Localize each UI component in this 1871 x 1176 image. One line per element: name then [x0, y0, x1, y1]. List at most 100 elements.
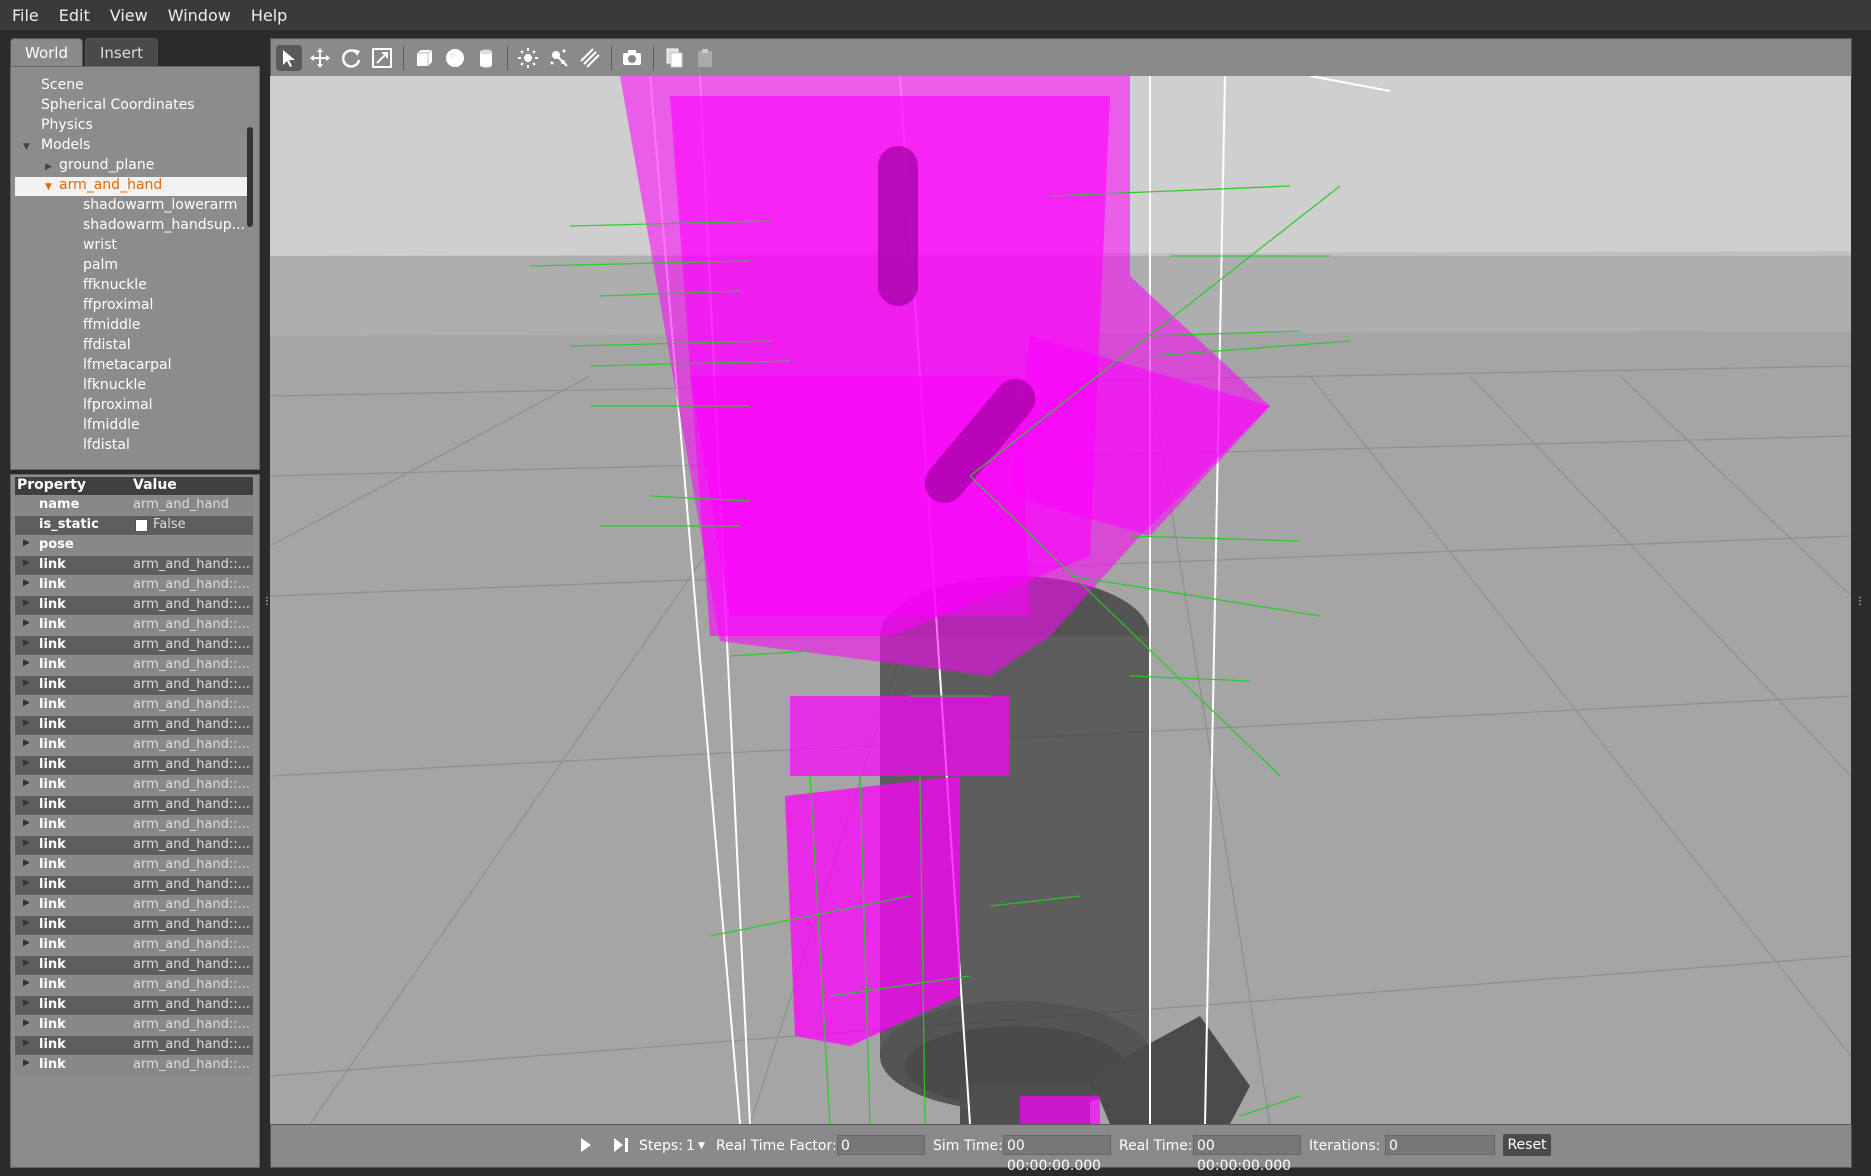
expand-arrow-icon[interactable]: ▶ [23, 538, 30, 548]
tree-item-link[interactable]: ffmiddle [83, 317, 140, 336]
right-splitter-handle[interactable]: ⋮ [1855, 596, 1865, 607]
tab-insert[interactable]: Insert [85, 38, 159, 67]
menu-help[interactable]: Help [251, 6, 287, 25]
expand-arrow-icon[interactable]: ▶ [23, 758, 30, 768]
menu-window[interactable]: Window [168, 6, 231, 25]
tab-world[interactable]: World [10, 38, 83, 67]
scene-viewport[interactable] [270, 76, 1851, 1124]
tree-item-models[interactable]: ▼ Models [23, 137, 90, 156]
property-row-link[interactable]: ▶ link arm_and_hand::... [15, 816, 253, 835]
property-row-link[interactable]: ▶ link arm_and_hand::... [15, 616, 253, 635]
expand-arrow-icon[interactable]: ▶ [23, 998, 30, 1008]
property-row-link[interactable]: ▶ link arm_and_hand::... [15, 856, 253, 875]
play-icon[interactable] [579, 1137, 593, 1157]
expand-arrow-icon[interactable]: ▶ [23, 938, 30, 948]
screenshot-icon[interactable] [619, 45, 645, 71]
expand-arrow-icon[interactable]: ▶ [23, 598, 30, 608]
tree-item-link[interactable]: shadowarm_lowerarm [83, 197, 237, 216]
directional-light-icon[interactable] [577, 45, 603, 71]
expand-arrow-icon[interactable]: ▶ [23, 718, 30, 728]
spot-light-icon[interactable] [546, 45, 572, 71]
sphere-icon[interactable] [442, 45, 468, 71]
expand-arrow-icon[interactable]: ▶ [23, 838, 30, 848]
property-row-link[interactable]: ▶ link arm_and_hand::... [15, 576, 253, 595]
expand-arrow-icon[interactable]: ▼ [45, 182, 55, 192]
left-splitter-handle[interactable]: ⋮ [262, 596, 272, 607]
step-icon[interactable] [613, 1137, 629, 1157]
expand-arrow-icon[interactable]: ▼ [23, 142, 33, 152]
copy-icon[interactable] [661, 45, 687, 71]
property-row-link[interactable]: ▶ link arm_and_hand::... [15, 876, 253, 895]
property-row-link[interactable]: ▶ link arm_and_hand::... [15, 556, 253, 575]
tree-scrollbar[interactable] [247, 127, 253, 227]
tree-item-link[interactable]: palm [83, 257, 118, 276]
property-row-link[interactable]: ▶ link arm_and_hand::... [15, 916, 253, 935]
expand-arrow-icon[interactable]: ▶ [23, 618, 30, 628]
tree-item-link[interactable]: lfknuckle [83, 377, 146, 396]
property-row-link[interactable]: ▶ link arm_and_hand::... [15, 796, 253, 815]
expand-arrow-icon[interactable]: ▶ [23, 1018, 30, 1028]
tree-item-link[interactable]: shadowarm_handsup... [83, 217, 245, 236]
expand-arrow-icon[interactable]: ▶ [23, 778, 30, 788]
expand-arrow-icon[interactable]: ▶ [23, 558, 30, 568]
collapse-arrow-icon[interactable]: ▶ [45, 162, 55, 172]
tree-item-link[interactable]: lfmiddle [83, 417, 140, 436]
tree-item-link[interactable]: ffproximal [83, 297, 153, 316]
box-icon[interactable] [411, 45, 437, 71]
property-row-link[interactable]: ▶ link arm_and_hand::... [15, 636, 253, 655]
expand-arrow-icon[interactable]: ▶ [23, 818, 30, 828]
tree-item-physics[interactable]: Physics [41, 117, 93, 136]
expand-arrow-icon[interactable]: ▶ [23, 878, 30, 888]
tree-item-link[interactable]: ffdistal [83, 337, 131, 356]
expand-arrow-icon[interactable]: ▶ [23, 1058, 30, 1068]
tree-item-link[interactable]: lfproximal [83, 397, 153, 416]
property-row-name[interactable]: name arm_and_hand [15, 496, 253, 515]
property-row-link[interactable]: ▶ link arm_and_hand::... [15, 736, 253, 755]
property-row-link[interactable]: ▶ link arm_and_hand::... [15, 1016, 253, 1035]
expand-arrow-icon[interactable]: ▶ [23, 658, 30, 668]
property-row-link[interactable]: ▶ link arm_and_hand::... [15, 776, 253, 795]
expand-arrow-icon[interactable]: ▶ [23, 678, 30, 688]
tree-item-link[interactable]: lfdistal [83, 437, 130, 456]
expand-arrow-icon[interactable]: ▶ [23, 898, 30, 908]
paste-icon[interactable] [692, 45, 718, 71]
is-static-checkbox[interactable] [135, 519, 148, 532]
scale-icon[interactable] [369, 45, 395, 71]
expand-arrow-icon[interactable]: ▶ [23, 698, 30, 708]
select-arrow-icon[interactable] [276, 45, 302, 71]
property-row-link[interactable]: ▶ link arm_and_hand::... [15, 1056, 253, 1075]
tree-item-arm-and-hand[interactable]: ▼ arm_and_hand [15, 177, 249, 196]
property-row-link[interactable]: ▶ link arm_and_hand::... [15, 596, 253, 615]
expand-arrow-icon[interactable]: ▶ [23, 1038, 30, 1048]
expand-arrow-icon[interactable]: ▶ [23, 798, 30, 808]
property-row-link[interactable]: ▶ link arm_and_hand::... [15, 656, 253, 675]
translate-icon[interactable] [307, 45, 333, 71]
cylinder-icon[interactable] [473, 45, 499, 71]
property-row-link[interactable]: ▶ link arm_and_hand::... [15, 996, 253, 1015]
property-row-link[interactable]: ▶ link arm_and_hand::... [15, 676, 253, 695]
property-value[interactable]: arm_and_hand [133, 497, 229, 512]
tree-item-link[interactable]: wrist [83, 237, 117, 256]
expand-arrow-icon[interactable]: ▶ [23, 858, 30, 868]
property-row-link[interactable]: ▶ link arm_and_hand::... [15, 696, 253, 715]
tree-item-scene[interactable]: Scene [41, 77, 84, 96]
expand-arrow-icon[interactable]: ▶ [23, 638, 30, 648]
property-row-link[interactable]: ▶ link arm_and_hand::... [15, 976, 253, 995]
reset-button[interactable]: Reset [1503, 1134, 1551, 1156]
tree-item-ground-plane[interactable]: ▶ ground_plane [45, 157, 154, 176]
property-row-is-static[interactable]: is_static False [15, 516, 253, 535]
menu-view[interactable]: View [110, 6, 148, 25]
steps-value[interactable]: 1 [686, 1138, 695, 1154]
property-row-pose[interactable]: ▶ pose [15, 536, 253, 555]
expand-arrow-icon[interactable]: ▶ [23, 738, 30, 748]
point-light-icon[interactable] [515, 45, 541, 71]
tree-item-link[interactable]: ffknuckle [83, 277, 147, 296]
property-row-link[interactable]: ▶ link arm_and_hand::... [15, 756, 253, 775]
property-row-link[interactable]: ▶ link arm_and_hand::... [15, 896, 253, 915]
expand-arrow-icon[interactable]: ▶ [23, 978, 30, 988]
menu-edit[interactable]: Edit [59, 6, 90, 25]
property-row-link[interactable]: ▶ link arm_and_hand::... [15, 1036, 253, 1055]
expand-arrow-icon[interactable]: ▶ [23, 918, 30, 928]
property-row-link[interactable]: ▶ link arm_and_hand::... [15, 836, 253, 855]
property-row-link[interactable]: ▶ link arm_and_hand::... [15, 956, 253, 975]
